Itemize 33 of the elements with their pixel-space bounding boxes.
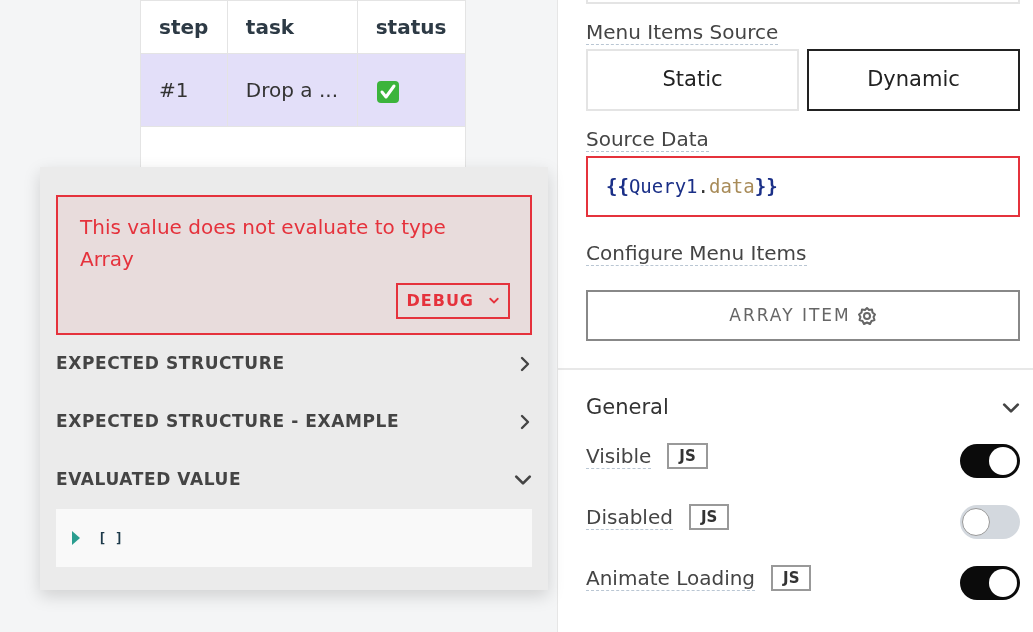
toggle-switch[interactable] <box>960 504 1020 539</box>
chevron-right-icon[interactable] <box>518 355 532 373</box>
segment-button[interactable]: Dynamic <box>807 49 1020 111</box>
property-label: Source Data <box>586 127 709 152</box>
table-cell: #1 <box>140 53 228 127</box>
property-label: Menu Items Source <box>586 20 779 45</box>
toggle-switch[interactable] <box>960 565 1020 600</box>
section-header[interactable]: EVALUATED VALUE <box>56 467 242 493</box>
js-toggle-button[interactable]: JS <box>688 503 730 530</box>
property-label: Animate Loading <box>586 565 756 591</box>
property-label: Configure Menu Items <box>586 241 807 266</box>
column-header: step <box>140 0 228 54</box>
toggle-switch[interactable] <box>960 443 1020 478</box>
section-header[interactable]: EXPECTED STRUCTURE <box>56 351 285 377</box>
property-label: Disabled <box>586 504 673 530</box>
gear-icon <box>856 305 877 326</box>
js-toggle-button[interactable]: JS <box>771 564 812 591</box>
error-message: This value does not evaluate to type Array <box>80 214 447 273</box>
property-label: Visible <box>586 443 652 469</box>
checkmark-icon <box>375 79 400 104</box>
code-field[interactable]: {{Query1.data}} <box>586 156 1020 217</box>
section-header[interactable]: EXPECTED STRUCTURE - EXAMPLE <box>56 409 400 435</box>
code-text: {{Query1.data}} <box>606 174 778 200</box>
array-item-button[interactable]: ARRAY ITEM <box>586 290 1020 341</box>
evaluated-value: [ ] <box>98 528 124 548</box>
chevron-right-icon[interactable] <box>518 413 532 431</box>
js-toggle-button[interactable]: JS <box>667 442 708 469</box>
section-title: General <box>586 394 669 421</box>
segment-button[interactable]: Static <box>586 49 799 111</box>
column-header: status <box>357 0 466 54</box>
expand-triangle-icon <box>72 531 80 545</box>
column-header: task <box>227 0 358 54</box>
table-cell: Drop a ... <box>227 53 358 127</box>
